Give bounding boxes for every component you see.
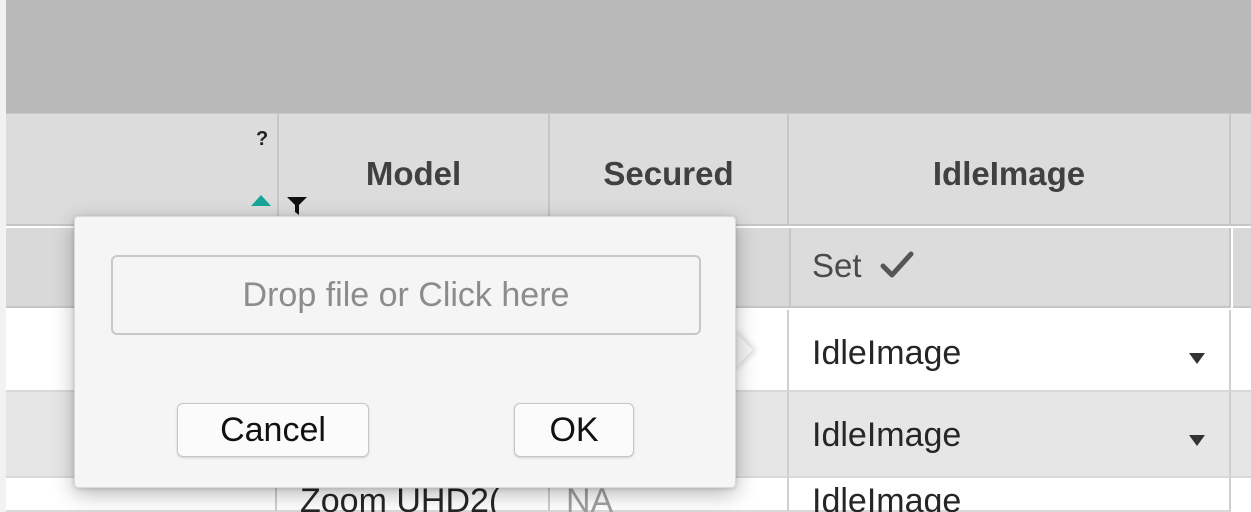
table-row-2-right [1231, 392, 1251, 478]
window-edge [0, 0, 6, 512]
idleimage-select[interactable]: IdleImage [789, 310, 1231, 392]
idleimage-filter-cell[interactable]: Set [789, 228, 1231, 308]
column-header-label: IdleImage [932, 155, 1086, 192]
toolbar-band [0, 0, 1251, 113]
filter-row-next [1233, 228, 1251, 308]
column-header-secured[interactable]: Secured [550, 113, 789, 226]
dropdown-caret-icon[interactable] [1189, 435, 1205, 446]
column-header-label: Secured [603, 155, 734, 192]
filter-funnel-icon[interactable] [286, 196, 308, 216]
file-drop-zone[interactable]: Drop file or Click here [111, 255, 701, 335]
column-header-next[interactable] [1231, 113, 1251, 226]
popover-arrow [733, 330, 753, 370]
table-row-1-right [1231, 310, 1251, 392]
idleimage-value: IdleImage [812, 482, 962, 512]
idleimage-select[interactable]: IdleImage [789, 392, 1231, 478]
column-header-select[interactable] [6, 113, 279, 226]
checkmark-icon [880, 251, 914, 278]
help-icon[interactable]: ? [256, 128, 268, 151]
idleimage-value: IdleImage [812, 416, 962, 454]
column-header-label: Model [365, 155, 462, 192]
column-header-idleimage[interactable]: IdleImage [789, 113, 1231, 226]
sort-ascending-icon[interactable] [251, 195, 271, 206]
file-upload-popover: Drop file or Click here Cancel OK [74, 216, 736, 488]
idleimage-filter-label: Set [812, 247, 862, 284]
column-header-model[interactable]: Model [279, 113, 550, 226]
dropdown-caret-icon[interactable] [1189, 353, 1205, 364]
cancel-button[interactable]: Cancel [177, 403, 369, 457]
idleimage-value: IdleImage [812, 334, 962, 372]
ok-button[interactable]: OK [514, 403, 634, 457]
